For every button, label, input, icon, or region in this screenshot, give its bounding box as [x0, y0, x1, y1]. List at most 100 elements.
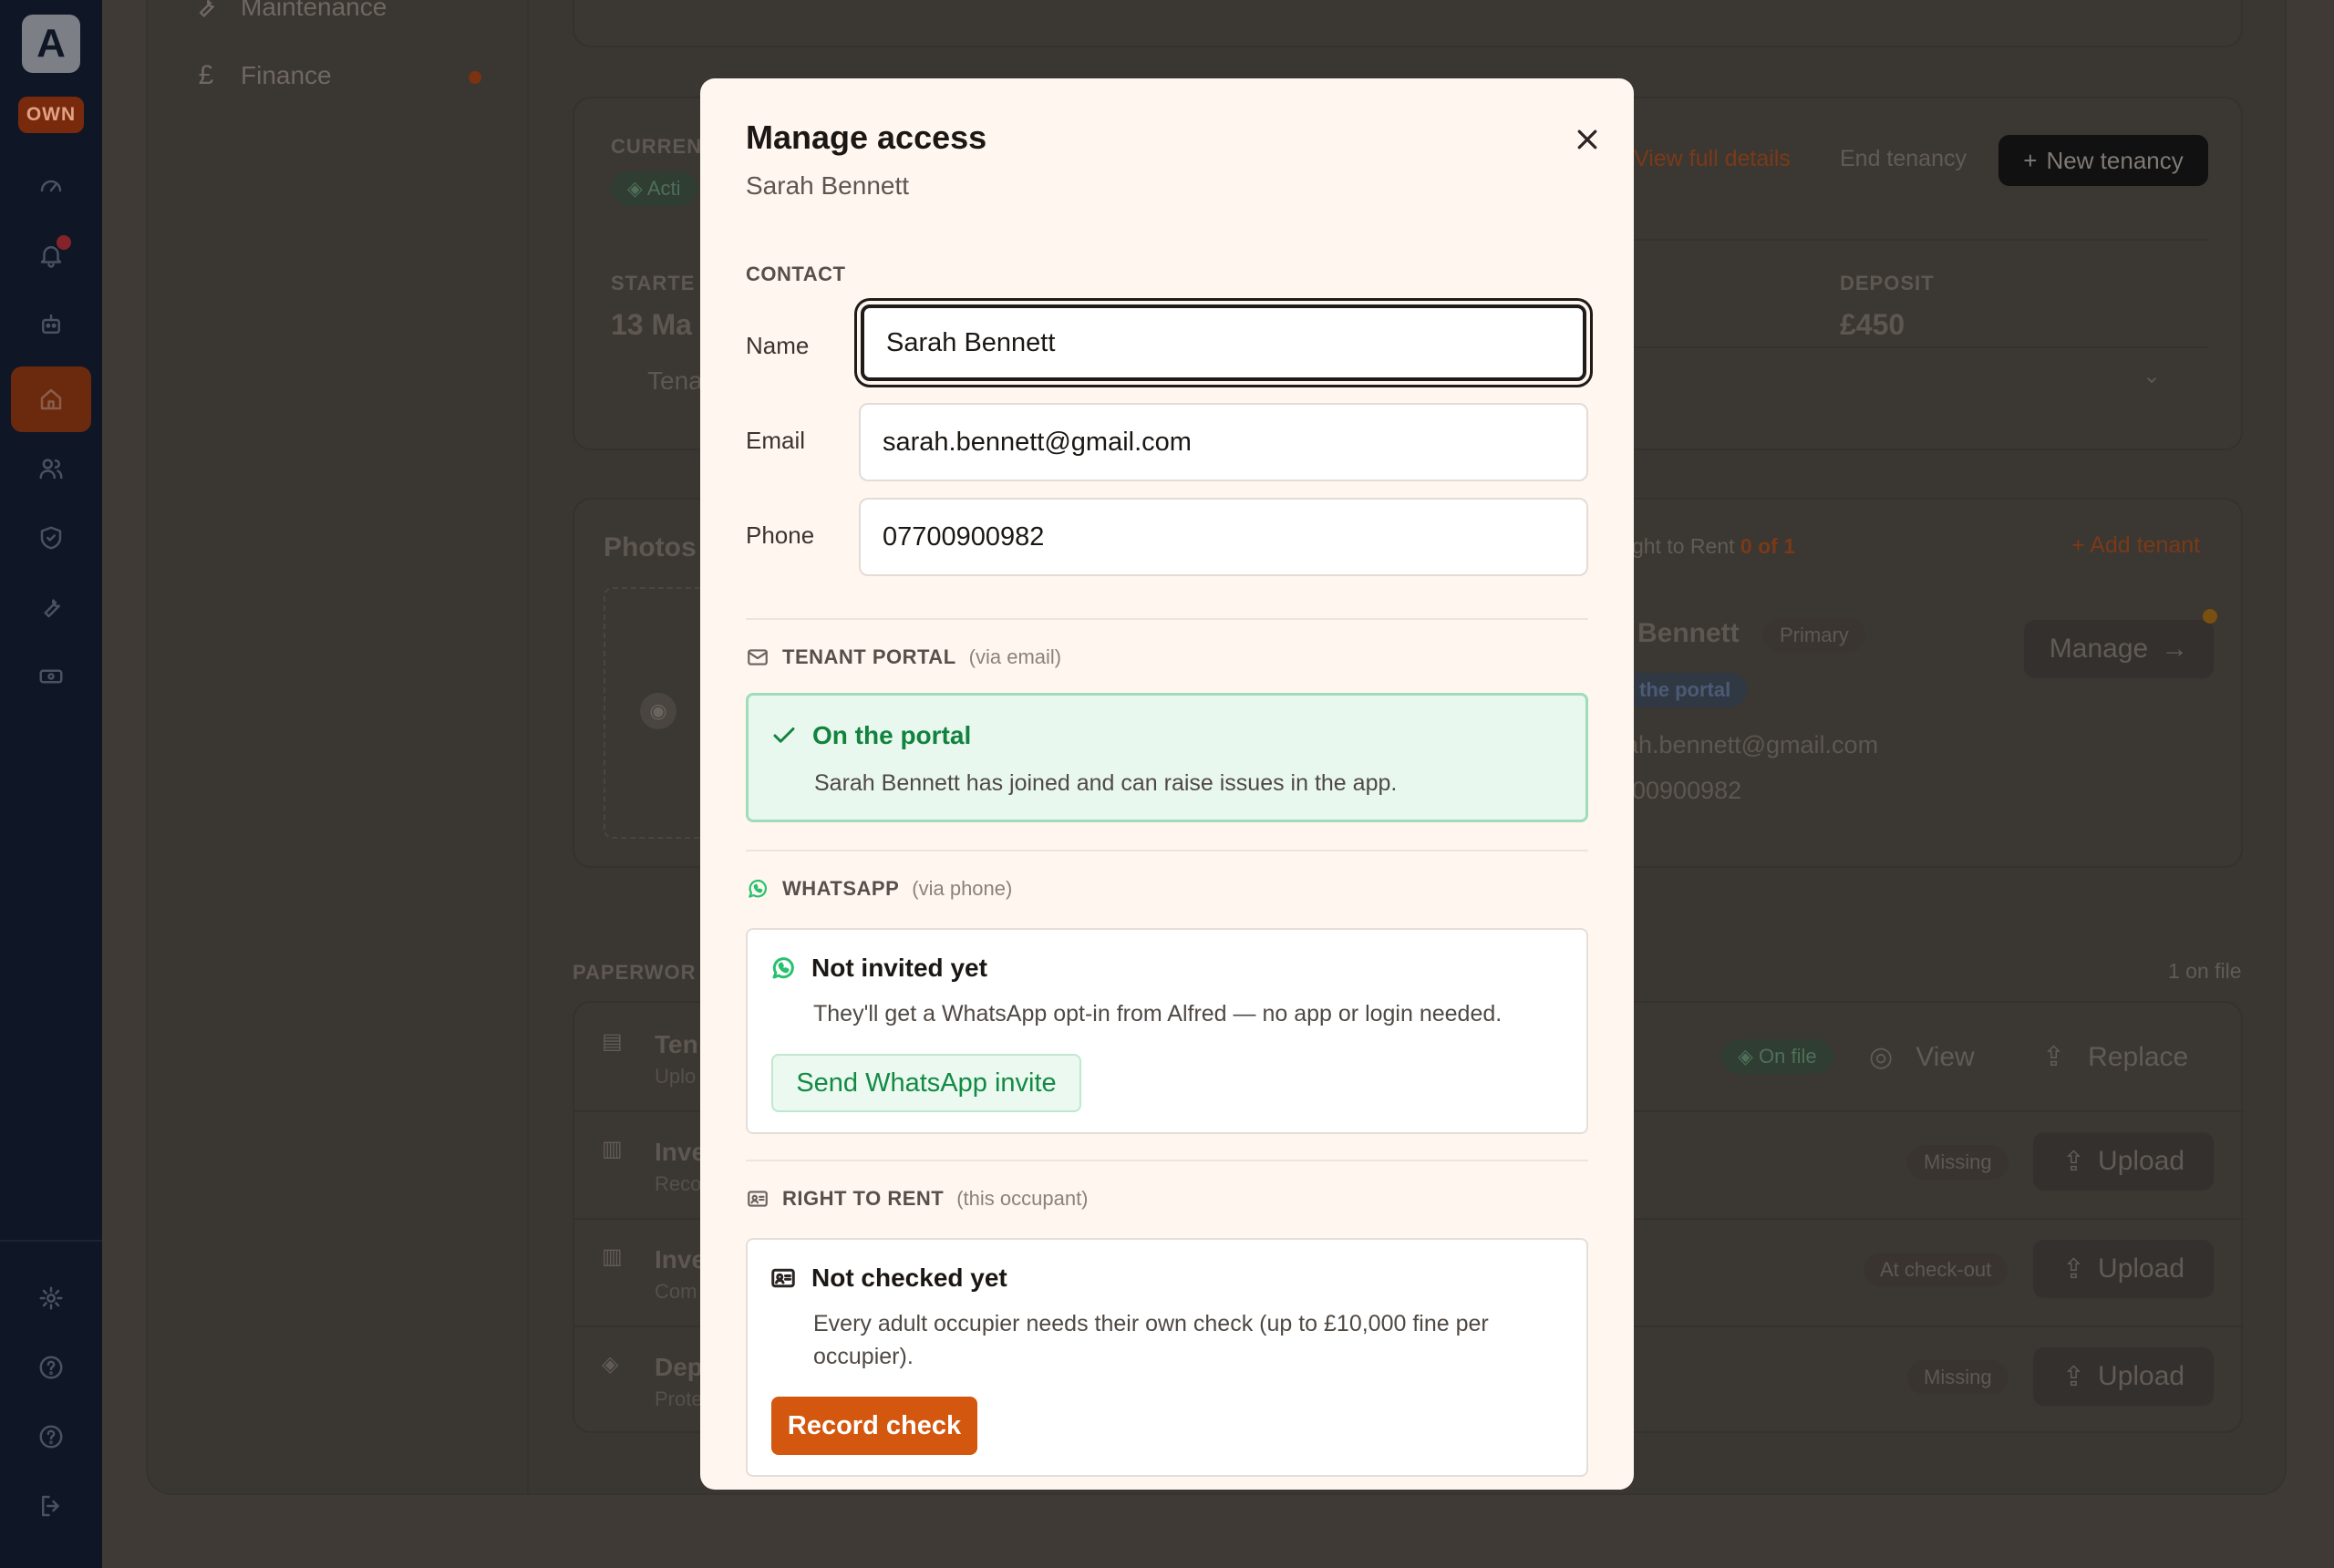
end-tenancy-button[interactable]: End tenancy	[1840, 146, 1967, 172]
id-card-icon	[771, 1268, 795, 1288]
whatsapp-status-title-text: Not invited yet	[811, 954, 987, 982]
add-tenant-button[interactable]: + Add tenant	[2071, 532, 2200, 559]
divider	[1623, 346, 2208, 348]
plus-icon: +	[2071, 532, 2091, 558]
deposit-label: DEPOSIT	[1840, 272, 1935, 294]
primary-badge: Primary	[1763, 618, 1865, 653]
wrench-icon[interactable]	[22, 578, 80, 636]
summary-card	[573, 0, 2243, 47]
whatsapp-status-text: They'll get a WhatsApp opt-in from Alfre…	[813, 1001, 1503, 1026]
properties-home-icon[interactable]	[11, 366, 91, 432]
upload-button[interactable]: ⇪ Upload	[2033, 1347, 2214, 1406]
paperwork-row-sub: Prote	[655, 1387, 703, 1410]
check-icon	[773, 727, 795, 743]
logout-icon[interactable]	[22, 1477, 80, 1535]
right-to-rent-status-text: Every adult occupier needs their own che…	[813, 1311, 1489, 1369]
manage-access-modal: Manage access Sarah Bennett CONTACT Name…	[700, 78, 1634, 1490]
replace-button[interactable]: ⇪ Replace	[2042, 1041, 2188, 1073]
help-icon[interactable]	[22, 1338, 80, 1397]
eye-icon: ◎	[1869, 1042, 1901, 1072]
money-icon[interactable]	[22, 647, 80, 706]
pound-icon: £	[198, 60, 214, 90]
upload-label: Upload	[2098, 1361, 2185, 1391]
right-to-rent-sub: (this occupant)	[956, 1187, 1089, 1210]
whatsapp-sub: (via phone)	[912, 877, 1013, 900]
email-field[interactable]	[859, 403, 1588, 481]
portal-badge: the portal	[1623, 673, 1748, 707]
clipboard-icon: ▥	[602, 1137, 623, 1161]
app-logo[interactable]: A	[22, 15, 80, 73]
id-card-icon	[748, 1191, 768, 1207]
paperwork-count: 1 on file	[2168, 959, 2242, 983]
chevron-down-icon[interactable]: ⌄	[2143, 363, 2161, 389]
tenant-name: Bennett	[1637, 618, 1740, 648]
replace-label: Replace	[2088, 1042, 2189, 1072]
phone-label: Phone	[746, 521, 815, 549]
clipboard-check-icon: ▥	[602, 1244, 623, 1269]
alert-dot	[2203, 609, 2217, 624]
upload-icon: ⇪	[2042, 1042, 2073, 1072]
close-icon[interactable]	[1565, 117, 1610, 162]
paperwork-row-title: Ten	[655, 1030, 698, 1058]
name-field[interactable]	[861, 304, 1586, 381]
view-full-details-link[interactable]: View full details	[1634, 146, 1791, 172]
upload-button[interactable]: ⇪ Upload	[2033, 1132, 2214, 1191]
rail-divider	[0, 1240, 102, 1242]
notification-dot	[55, 233, 73, 252]
tenant-phone: 00900982	[1632, 777, 1742, 804]
people-icon[interactable]	[22, 439, 80, 498]
tenant-portal-heading-text: TENANT PORTAL	[782, 645, 956, 668]
paperwork-row-title: Inve	[655, 1138, 707, 1166]
upload-button[interactable]: ⇪ Upload	[2033, 1240, 2214, 1298]
new-tenancy-label: New tenancy	[2046, 146, 2184, 174]
right-to-rent-status-box: Not checked yet Every adult occupier nee…	[746, 1238, 1588, 1477]
divider	[1623, 239, 2208, 241]
question-icon[interactable]	[22, 1408, 80, 1466]
divider	[746, 850, 1588, 851]
upload-label: Upload	[2098, 1253, 2185, 1284]
modal-subtitle: Sarah Bennett	[746, 171, 910, 200]
whatsapp-heading: WHATSAPP (via phone)	[746, 877, 1012, 901]
sidebar-item-finance[interactable]: £ Finance	[193, 60, 332, 91]
contact-heading-text: CONTACT	[746, 263, 846, 285]
plus-icon: +	[2023, 146, 2038, 174]
portal-status-box: On the portal Sarah Bennett has joined a…	[746, 693, 1588, 822]
shield-icon: ◈	[602, 1352, 619, 1377]
app-rail: A OWN	[0, 0, 102, 1568]
paperwork-label: PAPERWOR	[573, 961, 697, 984]
manage-button[interactable]: Manage →	[2024, 620, 2214, 678]
upload-icon: ⇪	[2061, 1253, 2086, 1284]
new-tenancy-button[interactable]: + New tenancy	[1998, 135, 2208, 186]
tenant-portal-heading: TENANT PORTAL (via email)	[746, 645, 1061, 669]
gear-icon[interactable]	[22, 1269, 80, 1327]
property-sidebar	[146, 0, 529, 1495]
name-label: Name	[746, 332, 810, 359]
shield-icon: ◈	[627, 177, 643, 200]
owner-badge: OWN	[18, 97, 84, 133]
document-icon: ▤	[602, 1029, 623, 1054]
portal-status-title-text: On the portal	[812, 721, 972, 749]
bell-icon[interactable]	[22, 226, 80, 284]
paperwork-row-sub: Uplo	[655, 1065, 697, 1088]
tenant-row-label: Tena	[647, 366, 703, 395]
whatsapp-icon	[749, 879, 768, 898]
view-label: View	[1916, 1042, 1975, 1072]
dashboard-icon[interactable]	[22, 157, 80, 215]
started-value: 13 Ma	[611, 308, 692, 341]
phone-field[interactable]	[859, 498, 1588, 576]
add-tenant-label: Add tenant	[2090, 532, 2201, 558]
view-button[interactable]: ◎ View	[1869, 1041, 1975, 1073]
status-text: On file	[1759, 1045, 1817, 1068]
status-badge: At check-out	[1864, 1253, 2009, 1287]
robot-icon[interactable]	[22, 295, 80, 354]
started-label: STARTE	[611, 272, 696, 294]
wrench-icon	[199, 0, 214, 17]
right-to-rent-status-title-text: Not checked yet	[811, 1264, 1007, 1292]
sidebar-item-maintenance[interactable]: Maintenance	[193, 0, 387, 22]
status-badge: ◈ On file	[1721, 1039, 1833, 1074]
shield-icon[interactable]	[22, 509, 80, 567]
modal-title: Manage access	[746, 119, 987, 156]
record-check-button[interactable]: Record check	[771, 1397, 977, 1455]
send-whatsapp-invite-button[interactable]: Send WhatsApp invite	[771, 1054, 1081, 1112]
whatsapp-heading-text: WHATSAPP	[782, 877, 900, 900]
